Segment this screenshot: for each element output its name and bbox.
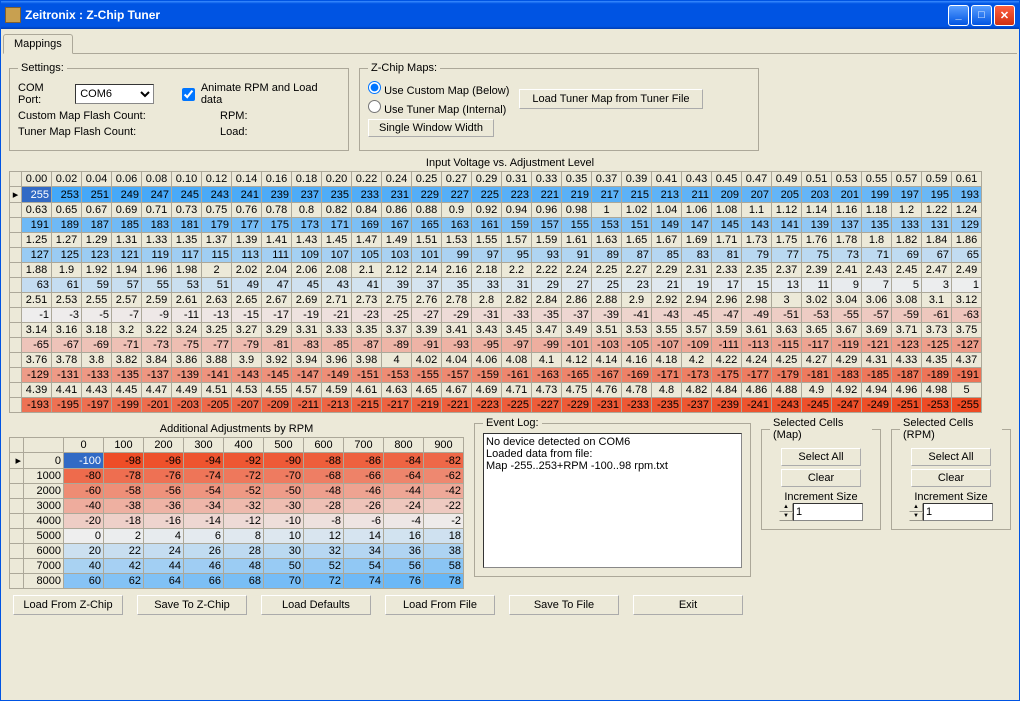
zchip-maps-group: Z-Chip Maps: Use Custom Map (Below) Use … <box>359 62 759 151</box>
load-label: Load: <box>220 126 248 138</box>
custom-flash-label: Custom Map Flash Count: <box>18 110 148 122</box>
use-custom-label: Use Custom Map (Below) <box>384 85 509 97</box>
use-custom-radio[interactable] <box>368 81 381 94</box>
selected-cells-rpm-group: Selected Cells (RPM) Select All Clear In… <box>891 417 1011 530</box>
settings-group: Settings: COM Port: COM6 Animate RPM and… <box>9 62 349 151</box>
use-tuner-label: Use Tuner Map (Internal) <box>384 104 506 116</box>
rpm-clear-button[interactable]: Clear <box>911 469 991 487</box>
tuner-flash-label: Tuner Map Flash Count: <box>18 126 148 138</box>
window-title: Zeitronix : Z-Chip Tuner <box>25 8 948 22</box>
use-tuner-radio[interactable] <box>368 100 381 113</box>
save-to-file-button[interactable]: Save To File <box>509 595 619 615</box>
tabstrip: Mappings <box>3 33 1017 54</box>
rpm-label: RPM: <box>220 110 248 122</box>
map-clear-button[interactable]: Clear <box>781 469 861 487</box>
rpm-adjustment-grid[interactable]: 0100200300400500600700800900▸0-100-98-96… <box>9 437 464 589</box>
rpm-inc-down[interactable]: ▼ <box>909 512 923 521</box>
exit-button[interactable]: Exit <box>633 595 743 615</box>
voltage-adjustment-grid[interactable]: 0.000.020.040.060.080.100.120.140.160.18… <box>9 171 982 413</box>
selcells-rpm-legend: Selected Cells (RPM) <box>900 417 1002 441</box>
maximize-button[interactable]: □ <box>971 5 992 26</box>
single-window-button[interactable]: Single Window Width <box>368 119 494 137</box>
rpm-increment-label: Increment Size <box>900 491 1002 503</box>
selcells-map-legend: Selected Cells (Map) <box>770 417 872 441</box>
map-inc-down[interactable]: ▼ <box>779 512 793 521</box>
animate-label: Animate RPM and Load data <box>201 82 340 106</box>
load-from-file-button[interactable]: Load From File <box>385 595 495 615</box>
main-window: Zeitronix : Z-Chip Tuner _ □ ✕ Mappings … <box>0 0 1020 701</box>
animate-checkbox[interactable] <box>182 88 195 101</box>
table2-title: Additional Adjustments by RPM <box>9 423 464 435</box>
map-select-all-button[interactable]: Select All <box>781 448 861 466</box>
map-increment-input[interactable] <box>793 503 863 521</box>
event-log-text[interactable]: No device detected on COM6Loaded data fr… <box>483 433 742 568</box>
selected-cells-map-group: Selected Cells (Map) Select All Clear In… <box>761 417 881 530</box>
event-log-group: Event Log: No device detected on COM6Loa… <box>474 417 751 577</box>
map-increment-label: Increment Size <box>770 491 872 503</box>
load-from-zchip-button[interactable]: Load From Z-Chip <box>13 595 123 615</box>
app-icon <box>5 7 21 23</box>
rpm-select-all-button[interactable]: Select All <box>911 448 991 466</box>
map-inc-up[interactable]: ▲ <box>779 503 793 512</box>
tab-mappings[interactable]: Mappings <box>3 34 73 54</box>
comport-select[interactable]: COM6 <box>75 84 154 104</box>
save-to-zchip-button[interactable]: Save To Z-Chip <box>137 595 247 615</box>
comport-label: COM Port: <box>18 82 69 106</box>
rpm-increment-input[interactable] <box>923 503 993 521</box>
minimize-button[interactable]: _ <box>948 5 969 26</box>
settings-legend: Settings: <box>18 62 67 74</box>
close-button[interactable]: ✕ <box>994 5 1015 26</box>
rpm-inc-up[interactable]: ▲ <box>909 503 923 512</box>
table1-title: Input Voltage vs. Adjustment Level <box>9 157 1011 169</box>
zchip-maps-legend: Z-Chip Maps: <box>368 62 440 74</box>
titlebar: Zeitronix : Z-Chip Tuner _ □ ✕ <box>1 1 1019 29</box>
load-tuner-map-button[interactable]: Load Tuner Map from Tuner File <box>519 89 702 109</box>
load-defaults-button[interactable]: Load Defaults <box>261 595 371 615</box>
eventlog-legend: Event Log: <box>483 417 542 429</box>
